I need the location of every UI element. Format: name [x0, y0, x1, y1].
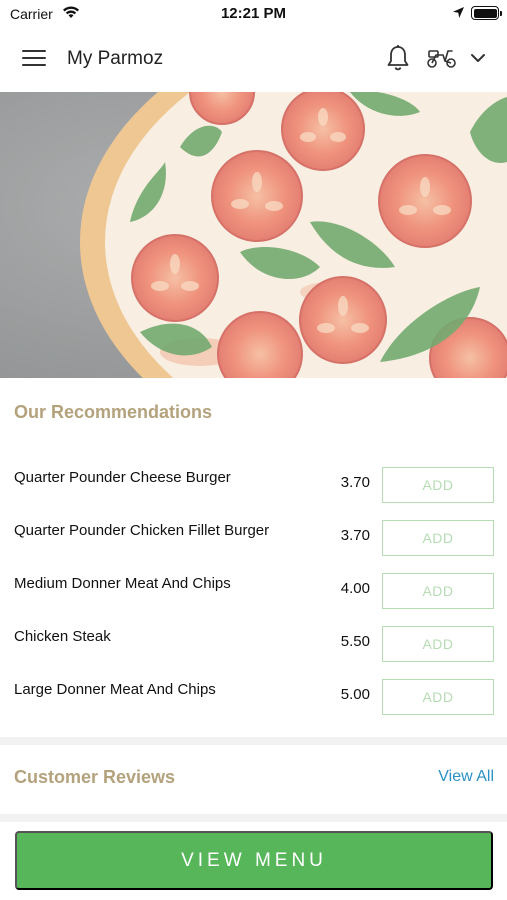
location-arrow-icon	[453, 7, 464, 18]
view-all-link[interactable]: View All	[438, 768, 494, 786]
item-name: Chicken Steak	[14, 628, 111, 645]
item-name: Quarter Pounder Chicken Fillet Burger	[14, 522, 270, 539]
status-time: 12:21 PM	[220, 5, 287, 22]
item-price: 5.50	[340, 633, 370, 650]
scooter-icon[interactable]	[426, 46, 458, 70]
add-button[interactable]: ADD	[382, 520, 494, 556]
list-item: Chicken Steak 5.50 ADD	[0, 626, 507, 679]
reviews-title: Customer Reviews	[14, 767, 176, 787]
item-price: 4.00	[340, 580, 370, 597]
battery-icon	[471, 6, 502, 20]
list-item: Quarter Pounder Cheese Burger 3.70 ADD	[0, 467, 507, 520]
add-button[interactable]: ADD	[382, 679, 494, 715]
view-menu-button[interactable]: VIEW MENU	[15, 831, 493, 890]
add-button[interactable]: ADD	[382, 573, 494, 609]
bell-icon[interactable]	[385, 44, 411, 72]
item-name: Large Donner Meat And Chips	[14, 681, 216, 698]
status-bar: Carrier 12:21 PM	[0, 0, 507, 28]
item-price: 3.70	[340, 474, 370, 491]
add-button[interactable]: ADD	[382, 467, 494, 503]
add-button[interactable]: ADD	[382, 626, 494, 662]
item-name: Quarter Pounder Cheese Burger	[14, 469, 231, 486]
list-item: Large Donner Meat And Chips 5.00 ADD	[0, 679, 507, 732]
list-item: Quarter Pounder Chicken Fillet Burger 3.…	[0, 520, 507, 573]
item-price: 5.00	[340, 686, 370, 703]
chevron-down-icon[interactable]	[470, 52, 486, 64]
item-price: 3.70	[340, 527, 370, 544]
app-header: My Parmoz	[0, 28, 507, 92]
item-name: Medium Donner Meat And Chips	[14, 575, 231, 592]
list-item: Medium Donner Meat And Chips 4.00 ADD	[0, 573, 507, 626]
recommendations-title: Our Recommendations	[14, 402, 213, 422]
hero-pizza-image	[0, 92, 507, 378]
hamburger-menu-icon[interactable]	[22, 50, 46, 70]
section-divider	[0, 737, 507, 745]
app-title: My Parmoz	[67, 48, 164, 69]
section-divider	[0, 814, 507, 822]
